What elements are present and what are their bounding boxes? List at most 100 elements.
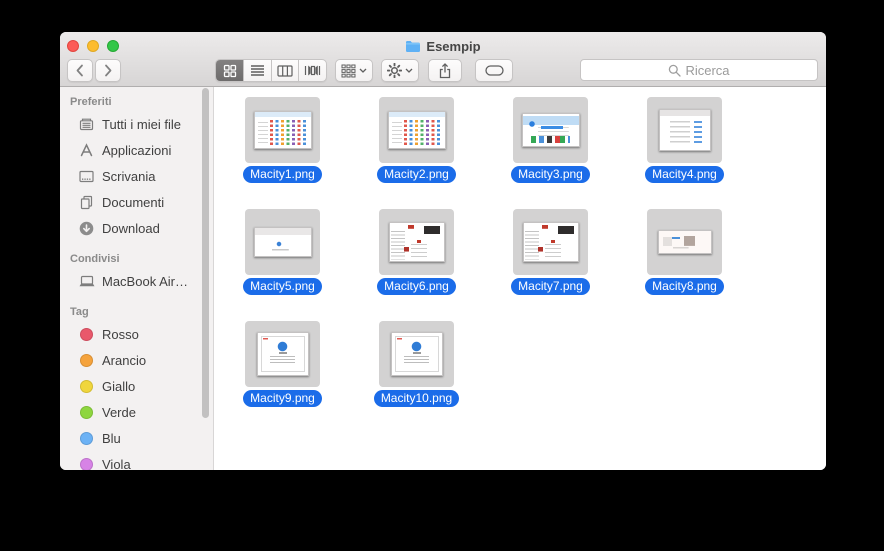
file-thumbnail[interactable] — [388, 222, 445, 262]
selection-highlight — [647, 97, 722, 163]
tag-dot-viola — [80, 457, 93, 470]
chevron-down-icon — [405, 68, 413, 73]
file-item[interactable]: Macity7.png — [511, 209, 590, 295]
share-icon — [439, 62, 451, 78]
sidebar-item-tag-verde[interactable]: Verde — [60, 399, 213, 425]
sidebar-item-label: Viola — [102, 456, 131, 471]
search-input[interactable]: Ricerca — [580, 59, 818, 81]
download-icon — [77, 220, 96, 237]
selection-highlight — [245, 321, 320, 387]
file-thumbnail[interactable] — [390, 332, 443, 376]
column-view-button[interactable] — [270, 60, 299, 81]
file-thumbnail[interactable] — [657, 230, 712, 254]
file-label[interactable]: Macity4.png — [645, 166, 724, 183]
selection-highlight — [379, 97, 454, 163]
window-title-area: Esempip — [60, 38, 826, 55]
sidebar-item-download[interactable]: Download — [60, 215, 213, 241]
sidebar-item-label: Arancio — [102, 352, 147, 368]
titlebar-toolbar: Esempip Ricerca — [60, 32, 826, 87]
file-item[interactable]: Macity9.png — [243, 321, 322, 407]
sidebar-item-label: Giallo — [102, 378, 136, 394]
sidebar-item-macbook-air[interactable]: MacBook Air… — [60, 268, 213, 294]
sidebar-item-tag-blu[interactable]: Blu — [60, 425, 213, 451]
file-item[interactable]: Macity5.png — [243, 209, 322, 295]
sidebar-item-label: Applicazioni — [102, 142, 172, 158]
back-button[interactable] — [67, 59, 93, 82]
selection-highlight — [245, 97, 320, 163]
file-label[interactable]: Macity2.png — [377, 166, 456, 183]
chevron-down-icon — [359, 68, 367, 73]
file-label[interactable]: Macity9.png — [243, 390, 322, 407]
sidebar-item-desktop[interactable]: Scrivania — [60, 163, 213, 189]
sidebar-item-label: Blu — [102, 430, 121, 446]
file-item[interactable]: Macity4.png — [645, 97, 724, 183]
file-thumbnail[interactable] — [253, 111, 312, 149]
sidebar-item-all-my-files[interactable]: Tutti i miei file — [60, 111, 213, 137]
window-title: Esempip — [426, 39, 481, 54]
sidebar-item-documents[interactable]: Documenti — [60, 189, 213, 215]
file-item[interactable]: Macity1.png — [243, 97, 322, 183]
file-item[interactable]: Macity3.png — [511, 97, 590, 183]
file-label[interactable]: Macity5.png — [243, 278, 322, 295]
icon-view-button[interactable] — [216, 60, 244, 81]
sidebar-section-tag: Tag — [70, 306, 89, 318]
sidebar-item-label: Download — [102, 220, 160, 236]
file-thumbnail[interactable] — [256, 332, 309, 376]
file-item[interactable]: Macity10.png — [373, 321, 460, 407]
documents-icon — [77, 194, 96, 211]
file-item[interactable]: Macity6.png — [377, 209, 456, 295]
coverflow-view-button[interactable] — [298, 60, 326, 81]
desktop-icon — [77, 168, 96, 185]
all-my-files-icon — [77, 116, 96, 133]
search-placeholder: Ricerca — [685, 62, 730, 78]
sidebar-scrollbar[interactable] — [202, 88, 209, 418]
file-label[interactable]: Macity10.png — [373, 390, 460, 407]
file-thumbnail[interactable] — [522, 222, 579, 262]
file-label[interactable]: Macity7.png — [511, 278, 590, 295]
action-gear-button[interactable] — [381, 59, 419, 82]
file-thumbnail[interactable] — [253, 227, 312, 257]
list-view-button[interactable] — [243, 60, 271, 81]
forward-button[interactable] — [95, 59, 121, 82]
sidebar-item-label: Scrivania — [102, 168, 156, 184]
sidebar-item-label: MacBook Air… — [102, 273, 188, 289]
sidebar-item-label: Verde — [102, 404, 136, 420]
sidebar-item-tag-arancio[interactable]: Arancio — [60, 347, 213, 373]
selection-highlight — [647, 209, 722, 275]
arrange-button[interactable] — [335, 59, 373, 82]
file-thumbnail[interactable] — [387, 111, 446, 149]
selection-highlight — [513, 97, 588, 163]
file-grid: Macity1.png Macity2.png Macity3.png Maci… — [214, 87, 826, 470]
tag-dot-giallo — [80, 379, 93, 393]
file-label[interactable]: Macity8.png — [645, 278, 724, 295]
file-label[interactable]: Macity3.png — [511, 166, 590, 183]
sidebar-item-tag-viola[interactable]: Viola — [60, 451, 213, 470]
file-item[interactable]: Macity8.png — [645, 209, 724, 295]
sidebar-item-tag-rosso[interactable]: Rosso — [60, 321, 213, 347]
tag-dot-verde — [80, 405, 93, 419]
tag-dot-rosso — [80, 327, 93, 341]
sidebar-item-label: Documenti — [102, 194, 165, 210]
applications-icon — [77, 142, 96, 159]
file-label[interactable]: Macity6.png — [377, 278, 456, 295]
share-button[interactable] — [428, 59, 462, 82]
file-item[interactable]: Macity2.png — [377, 97, 456, 183]
search-icon — [669, 64, 682, 77]
finder-window: Esempip Ricerca Preferiti Tutti i miei f… — [60, 32, 826, 470]
tag-dot-arancio — [80, 353, 93, 367]
selection-highlight — [379, 209, 454, 275]
sidebar-section-condivisi: Condivisi — [70, 253, 120, 265]
laptop-icon — [77, 274, 96, 289]
tag-icon — [484, 65, 504, 76]
tag-dot-blu — [80, 431, 93, 445]
gear-icon — [387, 63, 402, 78]
sidebar-section-preferiti: Preferiti — [70, 96, 112, 108]
file-thumbnail[interactable] — [658, 109, 711, 151]
selection-highlight — [245, 209, 320, 275]
tags-button[interactable] — [475, 59, 513, 82]
file-thumbnail[interactable] — [521, 113, 580, 147]
file-label[interactable]: Macity1.png — [243, 166, 322, 183]
sidebar-item-applications[interactable]: Applicazioni — [60, 137, 213, 163]
sidebar-item-label: Tutti i miei file — [102, 116, 181, 132]
sidebar-item-tag-giallo[interactable]: Giallo — [60, 373, 213, 399]
